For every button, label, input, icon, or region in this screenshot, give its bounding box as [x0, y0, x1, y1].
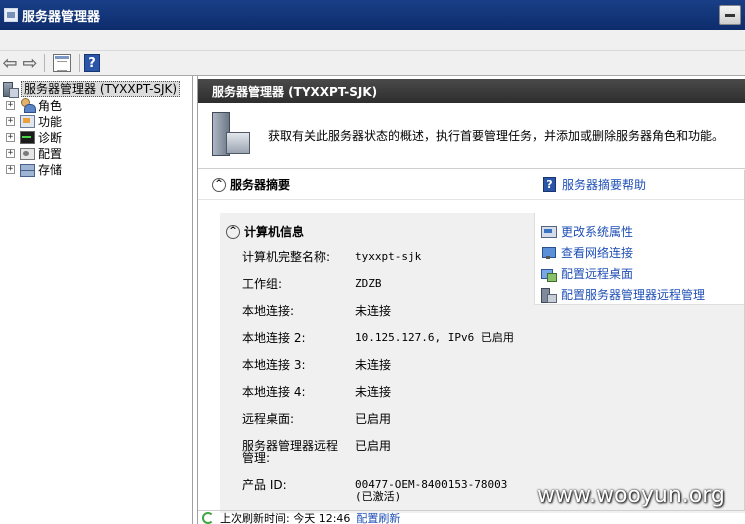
computer-info-header: ^ 计算机信息	[226, 223, 304, 240]
menu-bar	[0, 30, 745, 51]
watermark: www.wooyun.org	[537, 483, 725, 508]
task-label: 配置服务器管理器远程管理	[561, 288, 706, 302]
info-label: 本地连接:	[242, 304, 295, 318]
info-label: 本地连接 3:	[242, 358, 306, 372]
collapse-icon[interactable]: ^	[226, 224, 240, 239]
server-manager-icon	[541, 287, 557, 303]
system-properties-icon	[541, 225, 557, 239]
toolbar-separator	[44, 54, 45, 72]
info-label: 工作组:	[242, 277, 283, 291]
expand-icon[interactable]: +	[6, 148, 15, 158]
roles-icon	[19, 98, 36, 113]
tree-item-label: 角色	[38, 98, 63, 113]
tree-item-features[interactable]: + 功能	[6, 113, 62, 129]
tree-item-diagnostics[interactable]: + 诊断	[6, 129, 62, 145]
info-value: tyxxpt-sjk	[355, 250, 422, 263]
refresh-footer: 上次刷新时间: 今天 12:46 配置刷新	[198, 510, 745, 524]
info-label: 产品 ID:	[242, 478, 287, 492]
task-label: 查看网络连接	[561, 246, 634, 260]
computer-info-section: ^ 计算机信息 计算机完整名称: tyxxpt-sjk 工作组: ZDZB 本地…	[220, 213, 745, 513]
show-hide-console-tree-icon[interactable]	[53, 54, 71, 72]
info-value: 10.125.127.6, IPv6 已启用	[355, 331, 514, 344]
task-label: 更改系统属性	[561, 225, 634, 239]
server-summary-header: ^ 服务器摘要 ? 服务器摘要帮助	[198, 170, 745, 200]
info-label: 本地连接 2:	[242, 331, 306, 345]
expand-icon[interactable]: +	[6, 116, 15, 126]
info-label: 本地连接 4:	[242, 385, 306, 399]
help-icon: ?	[543, 177, 556, 192]
computer-info-title: 计算机信息	[244, 225, 305, 239]
info-label: 远程桌面:	[242, 412, 295, 426]
forward-arrow-icon[interactable]: ⇨	[20, 53, 40, 74]
intro-text: 获取有关此服务器状态的概述，执行首要管理任务，并添加或删除服务器角色和功能。	[268, 129, 725, 143]
server-summary-help-label: 服务器摘要帮助	[562, 178, 647, 192]
toolbar: ⇦ ⇨ ?	[0, 51, 745, 76]
back-arrow-icon[interactable]: ⇦	[0, 53, 20, 74]
server-manager-app-icon	[4, 8, 18, 22]
configure-refresh-link[interactable]: 配置刷新	[356, 510, 400, 524]
window-title: 服务器管理器	[22, 9, 101, 25]
help-icon[interactable]: ?	[84, 54, 100, 72]
tree-item-roles[interactable]: + 角色	[6, 97, 62, 113]
tree-root-label: 服务器管理器 (TYXXPT-SJK)	[21, 81, 181, 97]
tree-item-configuration[interactable]: + 配置	[6, 145, 62, 161]
content-pane: 服务器管理器 (TYXXPT-SJK) 获取有关此服务器状态的概述，执行首要管理…	[197, 76, 745, 524]
view-network-connections-link[interactable]: 查看网络连接	[541, 244, 633, 261]
tree-item-label: 诊断	[38, 130, 63, 145]
server-icon	[2, 81, 19, 98]
toolbar-separator	[79, 54, 80, 72]
info-value: 未连接	[355, 358, 392, 372]
intro-panel: 获取有关此服务器状态的概述，执行首要管理任务，并添加或删除服务器角色和功能。	[198, 103, 745, 169]
server-summary-help-link[interactable]: ? 服务器摘要帮助	[543, 176, 646, 193]
info-value: 已启用	[355, 439, 392, 453]
console-tree: 服务器管理器 (TYXXPT-SJK) + 角色 + 功能 + 诊断 + 配置 …	[0, 76, 193, 524]
tree-item-label: 存储	[38, 162, 63, 177]
info-label: 计算机完整名称:	[242, 250, 331, 264]
change-system-properties-link[interactable]: 更改系统属性	[541, 223, 633, 240]
features-icon	[19, 114, 35, 128]
content-header: 服务器管理器 (TYXXPT-SJK)	[198, 79, 745, 103]
configuration-icon	[19, 146, 35, 160]
collapse-icon[interactable]: ^	[212, 177, 226, 192]
tree-item-label: 配置	[38, 146, 63, 161]
configure-remote-desktop-link[interactable]: 配置远程桌面	[541, 265, 633, 282]
server-manager-icon	[212, 111, 252, 160]
network-connections-icon	[541, 246, 556, 260]
tree-item-label: 功能	[38, 114, 63, 129]
expand-icon[interactable]: +	[6, 132, 15, 142]
configure-remote-management-link[interactable]: 配置服务器管理器远程管理	[541, 286, 705, 303]
remote-desktop-icon	[541, 267, 557, 282]
server-summary-title: 服务器摘要	[230, 178, 291, 192]
info-value: 00477-OEM-8400153-78003 (已激活)	[355, 478, 508, 503]
info-value: 已启用	[355, 412, 392, 426]
info-value: 未连接	[355, 385, 392, 399]
refresh-icon	[202, 511, 214, 524]
computer-info-tasks: 更改系统属性 查看网络连接 配置远程桌面 配置服务器管理器远程管理	[534, 213, 745, 305]
minimize-button[interactable]	[719, 5, 741, 25]
task-label: 配置远程桌面	[561, 267, 634, 281]
tree-root-server-manager[interactable]: 服务器管理器 (TYXXPT-SJK)	[2, 81, 181, 98]
info-label: 服务器管理器远程管理:	[242, 439, 339, 465]
storage-icon	[19, 162, 35, 177]
title-bar: 服务器管理器	[0, 0, 745, 30]
info-value: ZDZB	[355, 277, 382, 290]
expand-icon[interactable]: +	[6, 100, 15, 110]
info-value: 未连接	[355, 304, 392, 318]
last-refresh-text: 上次刷新时间: 今天 12:46	[220, 511, 351, 524]
tree-item-storage[interactable]: + 存储	[6, 161, 62, 177]
expand-icon[interactable]: +	[6, 164, 15, 174]
diagnostics-icon	[19, 130, 35, 144]
